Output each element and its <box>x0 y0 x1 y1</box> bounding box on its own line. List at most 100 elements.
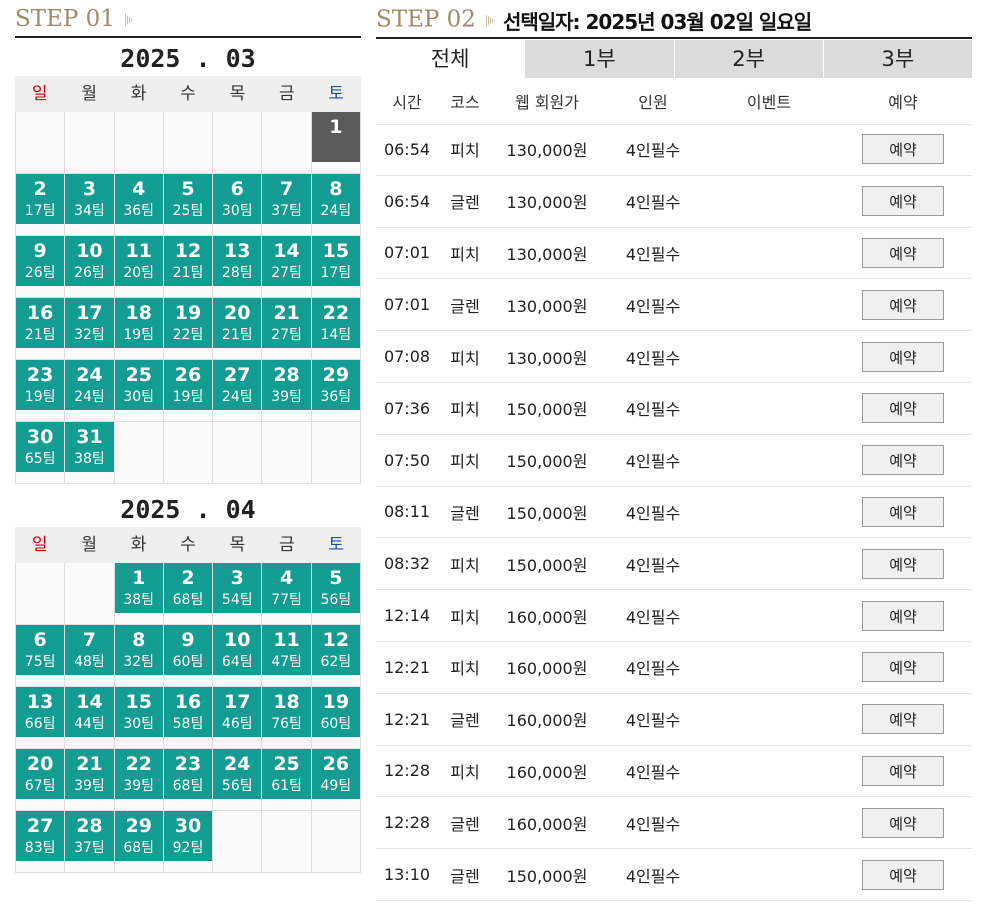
calendar-day-teams: 92팀 <box>172 840 204 856</box>
calendar-day[interactable]: 24 24팀 <box>65 360 115 422</box>
calendar-day[interactable]: 13 66팀 <box>16 687 66 749</box>
calendar-day[interactable]: 2 17팀 <box>16 174 66 236</box>
calendar-day-box: 28 39팀 <box>262 360 311 410</box>
calendar-day[interactable]: 6 75팀 <box>16 625 66 687</box>
calendar-day[interactable]: 24 56팀 <box>213 749 263 811</box>
calendar-day[interactable]: 11 20팀 <box>114 236 164 298</box>
calendar-day[interactable]: 12 21팀 <box>163 236 214 298</box>
reserve-button[interactable]: 예약 <box>862 755 944 786</box>
calendar-day[interactable]: 8 32팀 <box>114 625 164 687</box>
calendar-day[interactable]: 26 19팀 <box>163 360 214 422</box>
calendar-day[interactable]: 4 77팀 <box>262 563 312 625</box>
calendar-day[interactable]: 19 60팀 <box>311 687 361 749</box>
calendar-day[interactable]: 5 25팀 <box>163 174 214 236</box>
calendar-day[interactable]: 9 26팀 <box>16 236 66 298</box>
calendar-day[interactable]: 14 27팀 <box>262 236 312 298</box>
calendar-day[interactable]: 20 67팀 <box>16 749 66 811</box>
calendar-day-box: 21 39팀 <box>65 749 114 799</box>
reserve-button[interactable]: 예약 <box>862 548 944 579</box>
calendar-day[interactable]: 4 36팀 <box>114 174 164 236</box>
table-row: 07:36 피치 150,000원 4인필수 예약 <box>376 383 972 435</box>
calendar-day[interactable]: 3 34팀 <box>65 174 115 236</box>
table-row: 06:54 피치 130,000원 4인필수 예약 <box>376 124 972 176</box>
weekday-label: 화 <box>130 535 147 555</box>
calendar-day[interactable]: 26 49팀 <box>311 749 361 811</box>
calendar-day[interactable]: 5 56팀 <box>311 563 361 625</box>
calendar-day[interactable]: 10 26팀 <box>65 236 115 298</box>
calendar-day-box: 5 56팀 <box>311 563 360 613</box>
reserve-button[interactable]: 예약 <box>862 186 944 217</box>
calendar-day[interactable]: 10 64팀 <box>213 625 263 687</box>
reserve-button[interactable]: 예약 <box>862 704 944 735</box>
reserve-button[interactable]: 예약 <box>862 134 944 165</box>
calendar-day-teams: 28팀 <box>221 265 253 281</box>
calendar-day[interactable]: 20 21팀 <box>213 298 263 360</box>
calendar-day-number: 12 <box>322 629 350 651</box>
calendar-day[interactable]: 3 54팀 <box>213 563 263 625</box>
step-01-label: STEP 01 <box>15 6 115 32</box>
calendar-day[interactable]: 18 19팀 <box>114 298 164 360</box>
calendar-day[interactable]: 16 58팀 <box>163 687 214 749</box>
calendar-day[interactable]: 8 24팀 <box>311 174 361 236</box>
calendar-day[interactable]: 6 30팀 <box>213 174 263 236</box>
calendar-day[interactable]: 25 30팀 <box>114 360 164 422</box>
calendar-day[interactable]: 2 68팀 <box>163 563 214 625</box>
calendar-day[interactable]: 29 36팀 <box>311 360 361 422</box>
calendar-day[interactable]: 22 39팀 <box>114 749 164 811</box>
reserve-button[interactable]: 예약 <box>862 237 944 268</box>
calendar-day[interactable]: 28 37팀 <box>65 811 115 873</box>
calendar-day[interactable]: 1 38팀 <box>114 563 164 625</box>
calendar-day[interactable]: 9 60팀 <box>163 625 214 687</box>
reserve-button[interactable]: 예약 <box>862 445 944 476</box>
reserve-button[interactable]: 예약 <box>862 393 944 424</box>
tab-part-3[interactable]: 3부 <box>822 40 972 78</box>
calendar-day[interactable]: 19 22팀 <box>163 298 214 360</box>
weekday-header: 일월화수목금토 <box>15 76 361 112</box>
calendar-day-teams: 54팀 <box>221 592 253 608</box>
calendar-day[interactable]: 16 21팀 <box>16 298 66 360</box>
calendar-day[interactable]: 23 68팀 <box>163 749 214 811</box>
calendar-day[interactable]: 28 39팀 <box>262 360 312 422</box>
calendar-day-teams: 37팀 <box>271 203 302 219</box>
reserve-button[interactable]: 예약 <box>862 859 944 890</box>
calendar-day[interactable]: 17 46팀 <box>213 687 263 749</box>
calendar-day[interactable]: 15 17팀 <box>311 236 361 298</box>
calendar-day[interactable]: 15 30팀 <box>114 687 164 749</box>
reserve-button[interactable]: 예약 <box>862 341 944 372</box>
calendar-day[interactable]: 18 76팀 <box>262 687 312 749</box>
calendar-day[interactable]: 13 28팀 <box>213 236 263 298</box>
reserve-button[interactable]: 예약 <box>862 807 944 838</box>
reserve-button[interactable]: 예약 <box>862 652 944 683</box>
calendar-day[interactable]: 27 24팀 <box>213 360 263 422</box>
calendar-day[interactable]: 11 47팀 <box>262 625 312 687</box>
calendar-day-teams: 37팀 <box>74 840 105 856</box>
calendar-day[interactable]: 27 83팀 <box>16 811 66 873</box>
calendar-day[interactable]: 14 44팀 <box>65 687 115 749</box>
calendar-day-box: 18 76팀 <box>262 687 311 737</box>
row-time: 12:21 <box>383 709 431 729</box>
calendar-day[interactable]: 30 92팀 <box>163 811 214 873</box>
calendar-day[interactable]: 25 61팀 <box>262 749 312 811</box>
calendar-day[interactable]: 30 65팀 <box>16 422 66 484</box>
calendar-day[interactable]: 1 <box>311 112 361 174</box>
calendar-day[interactable]: 12 62팀 <box>311 625 361 687</box>
calendar-day-box: 17 32팀 <box>65 298 114 348</box>
calendar-day[interactable]: 22 14팀 <box>311 298 361 360</box>
row-price: 130,000원 <box>506 348 588 368</box>
calendar-day[interactable]: 7 48팀 <box>65 625 115 687</box>
reserve-button[interactable]: 예약 <box>862 289 944 320</box>
calendar-day[interactable]: 29 68팀 <box>114 811 164 873</box>
calendar-day[interactable]: 23 19팀 <box>16 360 66 422</box>
tab-all[interactable]: 전체 <box>376 40 525 78</box>
calendar-day[interactable]: 7 37팀 <box>262 174 312 236</box>
step-02-heading: STEP 02 선택일자: 2025년 03월 02일 일요일 <box>376 6 812 35</box>
reserve-button[interactable]: 예약 <box>862 600 944 631</box>
row-people: 4인필수 <box>625 607 681 627</box>
tab-part-1[interactable]: 1부 <box>524 40 674 78</box>
calendar-day[interactable]: 21 27팀 <box>262 298 312 360</box>
tab-part-2[interactable]: 2부 <box>673 40 823 78</box>
calendar-day[interactable]: 31 38팀 <box>65 422 115 484</box>
calendar-day[interactable]: 17 32팀 <box>65 298 115 360</box>
reserve-button[interactable]: 예약 <box>862 496 944 527</box>
calendar-day[interactable]: 21 39팀 <box>65 749 115 811</box>
